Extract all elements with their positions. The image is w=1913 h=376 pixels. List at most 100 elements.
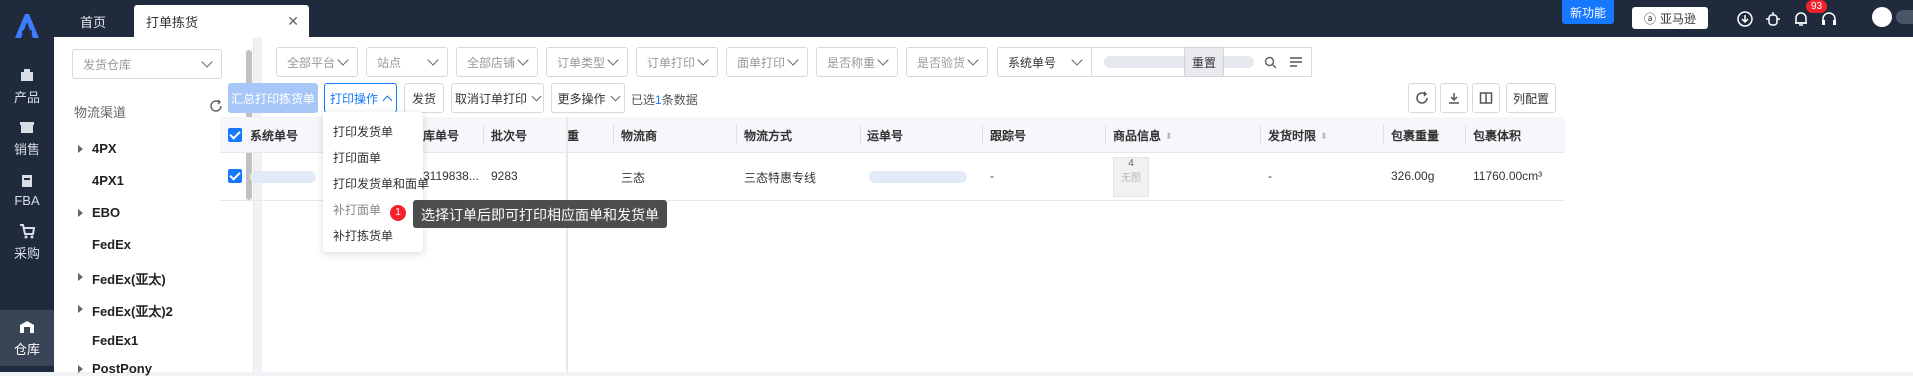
menu-item-reprint-label[interactable]: 补打面单	[333, 201, 381, 218]
refresh-icon[interactable]	[209, 99, 223, 113]
expand-arrow-icon[interactable]	[78, 209, 83, 217]
nav-fba[interactable]: FBA	[0, 162, 54, 218]
bell-icon[interactable]	[1792, 10, 1810, 28]
search-icon[interactable]	[1264, 56, 1277, 69]
app-logo[interactable]	[13, 12, 41, 40]
reset-button[interactable]: 重置	[1184, 47, 1224, 77]
tab-label: 首页	[80, 14, 107, 30]
search-field-select[interactable]: 系统单号	[997, 47, 1092, 77]
system-no-blurred	[250, 171, 316, 183]
sort-icon[interactable]: ⬍	[1320, 131, 1328, 142]
more-ops-button[interactable]: 更多操作	[551, 83, 625, 113]
chevron-down-icon	[1071, 54, 1083, 66]
refresh-button[interactable]	[1408, 83, 1436, 113]
close-icon[interactable]: ✕	[287, 13, 299, 30]
tab-home[interactable]: 首页	[68, 5, 118, 37]
menu-item-print-both[interactable]: 打印发货单和面单	[333, 175, 429, 192]
select-all-checkbox[interactable]	[228, 128, 242, 142]
column-separator	[736, 125, 737, 145]
more-ops-label: 更多操作	[557, 91, 606, 106]
chevron-down-icon	[967, 54, 979, 66]
select-value: 是否称重	[827, 55, 876, 70]
inspected-select[interactable]: 是否验货	[906, 47, 988, 77]
bug-icon[interactable]	[1764, 10, 1782, 28]
cell-carrier: 三态	[621, 171, 646, 185]
chevron-down-icon	[610, 91, 620, 102]
order-print-select[interactable]: 订单打印	[636, 47, 718, 77]
download-icon[interactable]	[1736, 10, 1754, 28]
amazon-button[interactable]: ⓐ 亚马逊	[1632, 7, 1708, 29]
menu-item-print-label[interactable]: 打印面单	[333, 149, 381, 166]
warehouse-select-placeholder: 发货仓库	[83, 57, 132, 72]
select-value: 全部平台	[287, 55, 336, 70]
amazon-icon: ⓐ	[1643, 11, 1656, 26]
filter-lines-icon[interactable]	[1289, 56, 1303, 68]
store-select[interactable]: 全部店铺	[456, 47, 538, 77]
th-pkg-volume: 包裹体积	[1473, 129, 1522, 143]
column-separator	[613, 125, 614, 145]
th-weight: 重	[567, 129, 580, 143]
channel-item[interactable]: FedEx(亚太)2	[92, 301, 173, 320]
expand-arrow-icon[interactable]	[78, 273, 83, 281]
channel-item[interactable]: FedEx	[92, 237, 131, 252]
order-type-select[interactable]: 订单类型	[546, 47, 628, 77]
top-bar: 首页 打单拣货 ✕ 新功能 ⓐ 亚马逊 93	[54, 0, 1913, 37]
cell-ship-limit: -	[1268, 169, 1272, 183]
nav-purchase[interactable]: 采购	[0, 214, 54, 270]
channel-item[interactable]: PostPony	[92, 361, 152, 376]
site-select[interactable]: 站点	[366, 47, 448, 77]
channel-item[interactable]: FedEx1	[92, 333, 138, 348]
th-ship-limit[interactable]: 发货时限 ⬍	[1268, 127, 1328, 144]
refresh-icon	[1416, 91, 1428, 104]
cancel-print-button[interactable]: 取消订单打印	[451, 83, 544, 113]
chevron-down-icon	[877, 54, 889, 66]
column-separator	[860, 125, 861, 145]
channel-item[interactable]: FedEx(亚太)	[92, 269, 166, 288]
channel-item[interactable]: EBO	[92, 205, 120, 220]
chevron-down-icon	[697, 54, 709, 66]
nav-warehouse[interactable]: 仓库	[0, 310, 54, 366]
weighed-select[interactable]: 是否称重	[816, 47, 898, 77]
user-name-blurred[interactable]	[1896, 10, 1913, 24]
expand-arrow-icon[interactable]	[78, 305, 83, 313]
print-ops-button[interactable]: 打印操作	[324, 83, 397, 113]
column-config-button[interactable]: 列配置	[1506, 83, 1556, 113]
label-print-select[interactable]: 面单打印	[726, 47, 808, 77]
summary-print-button[interactable]: 汇总打印拣货单	[228, 83, 318, 113]
expand-arrow-icon[interactable]	[78, 145, 83, 153]
th-product-label: 商品信息	[1113, 129, 1162, 143]
export-button[interactable]	[1440, 83, 1468, 113]
nav-products[interactable]: 产品	[0, 58, 54, 114]
channel-item[interactable]: 4PX1	[92, 173, 124, 188]
new-feature-badge[interactable]: 新功能	[1562, 0, 1615, 24]
headset-icon[interactable]	[1820, 10, 1838, 28]
chevron-down-icon	[787, 54, 799, 66]
sort-icon[interactable]: ⬍	[1165, 131, 1173, 142]
ship-button[interactable]: 发货	[404, 83, 444, 113]
cell-method: 三态特惠专线	[744, 171, 817, 185]
row-checkbox[interactable]	[228, 169, 242, 183]
product-no-image: 无图	[1121, 173, 1141, 184]
nav-sales[interactable]: 销售	[0, 110, 54, 166]
platform-select[interactable]: 全部平台	[276, 47, 358, 77]
layout-button[interactable]	[1472, 83, 1500, 113]
tab-picking[interactable]: 打单拣货 ✕	[134, 5, 309, 37]
chevron-down-icon	[607, 54, 619, 66]
nav-label: FBA	[14, 192, 40, 208]
column-separator	[483, 125, 484, 145]
th-product[interactable]: 商品信息 ⬍	[1113, 127, 1173, 144]
th-track-id: 跟踪号	[990, 129, 1027, 143]
product-thumbnail[interactable]: 4 无图	[1113, 157, 1149, 197]
avatar[interactable]	[1872, 7, 1892, 27]
chevron-down-icon	[531, 91, 542, 102]
warehouse-select[interactable]: 发货仓库	[72, 49, 222, 79]
menu-item-reprint-picklist[interactable]: 补打拣货单	[333, 227, 393, 244]
menu-item-print-invoice[interactable]: 打印发货单	[333, 123, 393, 140]
tab-label: 打单拣货	[146, 14, 199, 30]
nav-label: 采购	[13, 245, 40, 261]
channel-item[interactable]: 4PX	[92, 141, 117, 156]
chevron-up-icon	[382, 95, 393, 105]
download-icon	[1449, 93, 1459, 104]
th-system-no: 系统单号	[250, 129, 299, 143]
chevron-down-icon	[337, 54, 349, 66]
